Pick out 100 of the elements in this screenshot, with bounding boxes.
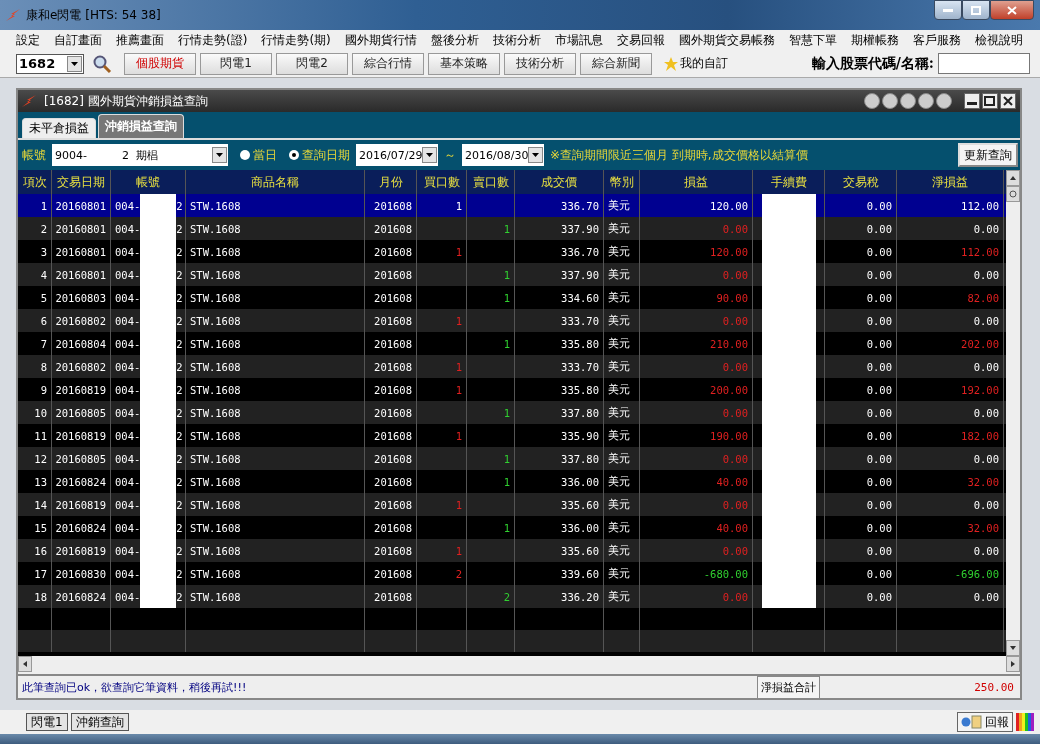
account-label: 帳號 xyxy=(22,146,46,164)
radio-icon[interactable] xyxy=(240,150,250,160)
menu-item[interactable]: 自訂畫面 xyxy=(48,31,110,49)
table-cell: 004- xyxy=(115,475,141,488)
scroll-thumb-icon[interactable] xyxy=(1009,190,1017,198)
menu-item[interactable]: 國外期貨行情 xyxy=(338,31,425,49)
scroll-right-icon[interactable] xyxy=(1009,660,1017,668)
table-cell: 004- xyxy=(115,406,141,419)
close-button[interactable] xyxy=(990,0,1034,20)
minimize-icon xyxy=(943,8,953,12)
table-cell: 2 xyxy=(176,337,183,350)
total-label: 淨損益合計 xyxy=(757,675,820,699)
caret-icon xyxy=(426,153,434,157)
table-row[interactable]: 4 20160801 004- 2 STW.1608 201608 1 337.90 美元 0.00 0.00 0.00 xyxy=(18,263,1006,286)
table-cell: 004- xyxy=(115,314,141,327)
table-cell: 2 xyxy=(176,521,183,534)
table-cell: 2 xyxy=(176,360,183,373)
table-cell: 2 xyxy=(176,475,183,488)
search-field[interactable] xyxy=(938,53,1030,74)
caret-icon xyxy=(216,153,223,157)
table-cell: 004- xyxy=(115,590,141,603)
search-icon[interactable] xyxy=(92,53,112,74)
lightning-icon xyxy=(6,9,20,21)
menu-item[interactable]: 設定 xyxy=(10,31,48,49)
table-row[interactable]: 8 20160802 004- 2 STW.1608 201608 1 333.70 美元 0.00 0.00 0.00 xyxy=(18,355,1006,378)
radio-icon[interactable] xyxy=(289,150,299,160)
date-to-dropdown[interactable]: 2016/08/30 xyxy=(462,144,544,166)
close-icon xyxy=(1007,5,1017,15)
favorites-button[interactable]: 我的自訂 xyxy=(664,55,728,72)
caret-icon xyxy=(532,153,540,157)
menu-item[interactable]: 智慧下單 xyxy=(782,31,845,49)
table-cell: 004- xyxy=(115,383,141,396)
tab[interactable]: 未平倉損益 xyxy=(22,118,96,138)
scroll-left-icon[interactable] xyxy=(21,660,29,668)
star-icon xyxy=(664,56,678,71)
table-row[interactable]: 16 20160819 004- 2 STW.1608 201608 1 335.60 美元 0.00 0.00 0.00 xyxy=(18,539,1006,562)
scroll-up-icon[interactable] xyxy=(1009,174,1017,182)
table-cell: 004- xyxy=(115,544,141,557)
menu-item[interactable]: 市場訊息 xyxy=(548,31,611,49)
search-label: 輸入股票代碼/名稱: xyxy=(811,54,934,73)
menu-item[interactable]: 盤後分析 xyxy=(424,31,487,49)
caret-icon xyxy=(71,61,78,66)
redaction-bar xyxy=(761,585,816,608)
code-dropdown[interactable]: 1682 xyxy=(16,53,84,74)
maximize-button[interactable] xyxy=(962,0,990,20)
radio-option[interactable]: 查詢日期 xyxy=(289,146,350,164)
menu-item[interactable]: 期權帳務 xyxy=(844,31,907,49)
menu-item[interactable]: 客戶服務 xyxy=(906,31,969,49)
toolbar-button[interactable]: 閃電2 xyxy=(276,52,348,75)
table-row[interactable]: 12 20160805 004- 2 STW.1608 201608 1 337.80 美元 0.00 0.00 0.00 xyxy=(18,447,1006,470)
menu-item[interactable]: 檢視說明 xyxy=(968,31,1031,49)
table-row[interactable]: 1 20160801 004- 2 STW.1608 201608 1 336.70 美元 120.00 0.00 112.00 xyxy=(18,194,1006,217)
date-from-dropdown[interactable]: 2016/07/29 xyxy=(356,144,438,166)
table-cell: 004- xyxy=(115,245,141,258)
table-cell: 2 xyxy=(176,268,183,281)
window-tab[interactable]: 閃電1 xyxy=(26,713,68,731)
table-cell: 004- xyxy=(115,360,141,373)
table-row[interactable]: 14 20160819 004- 2 STW.1608 201608 1 335.60 美元 0.00 0.00 0.00 xyxy=(18,493,1006,516)
menu-item[interactable]: 推薦畫面 xyxy=(110,31,172,49)
total-value: 250.00 xyxy=(973,680,1015,694)
toolbar-button[interactable]: 技術分析 xyxy=(504,52,576,75)
tab[interactable]: 沖銷損益查詢 xyxy=(98,114,184,138)
redaction-bar xyxy=(140,585,177,608)
report-button[interactable]: 回報 xyxy=(957,712,1013,732)
radio-option[interactable]: 當日 xyxy=(240,146,277,164)
vertical-scrollbar[interactable] xyxy=(1006,170,1020,656)
minimize-button[interactable] xyxy=(934,0,962,20)
menu-item[interactable]: 技術分析 xyxy=(486,31,549,49)
table-cell: 2 xyxy=(176,544,183,557)
table-cell: 2 xyxy=(176,567,183,580)
table-row[interactable]: 10 20160805 004- 2 STW.1608 201608 1 337.80 美元 0.00 0.00 0.00 xyxy=(18,401,1006,424)
panel-title: [1682] 國外期貨沖銷損益查詢 xyxy=(44,92,208,110)
window-controls-drawing[interactable] xyxy=(964,93,1016,109)
table-cell: 2 xyxy=(176,222,183,235)
menu-item[interactable]: 交易回報 xyxy=(610,31,673,49)
table-cell: 004- xyxy=(115,291,141,304)
horizontal-scrollbar[interactable] xyxy=(18,656,1020,674)
table-cell: 2 xyxy=(176,590,183,603)
toolbar-button[interactable]: 綜合行情 xyxy=(352,52,424,75)
color-palette-icon[interactable] xyxy=(1016,713,1034,731)
query-note: ※查詢期間限近三個月 到期時,成交價格以結算價 xyxy=(550,146,808,164)
scroll-down-icon[interactable] xyxy=(1009,644,1017,652)
toolbar-button[interactable]: 閃電1 xyxy=(200,52,272,75)
refresh-button[interactable]: 更新查詢 xyxy=(958,143,1018,167)
toolbar-button[interactable]: 綜合新聞 xyxy=(580,52,652,75)
table-row[interactable]: 18 20160824 004- 2 STW.1608 201608 2 336.20 美元 0.00 0.00 0.00 xyxy=(18,585,1006,608)
menu-item[interactable]: 國外期貨交易帳務 xyxy=(672,31,783,49)
table-row[interactable]: 2 20160801 004- 2 STW.1608 201608 1 337.90 美元 0.00 0.00 0.00 xyxy=(18,217,1006,240)
table-cell: 004- xyxy=(115,337,141,350)
table-cell: 2 xyxy=(176,245,183,258)
toolbar-button[interactable]: 個股期貨 xyxy=(124,52,196,75)
menu-item[interactable]: 行情走勢(證) xyxy=(172,31,256,49)
account-dropdown[interactable]: 9004- 2 期椙 xyxy=(52,144,228,166)
menu-item[interactable]: 行情走勢(期) xyxy=(255,31,339,49)
table-row[interactable]: 6 20160802 004- 2 STW.1608 201608 1 333.70 美元 0.00 0.00 0.00 xyxy=(18,309,1006,332)
toolbar-button[interactable]: 基本策略 xyxy=(428,52,500,75)
table-cell: 2 xyxy=(176,199,183,212)
table-cell: 004- xyxy=(115,268,141,281)
window-tab[interactable]: 沖銷查詢 xyxy=(70,713,129,731)
maximize-icon xyxy=(971,5,981,15)
